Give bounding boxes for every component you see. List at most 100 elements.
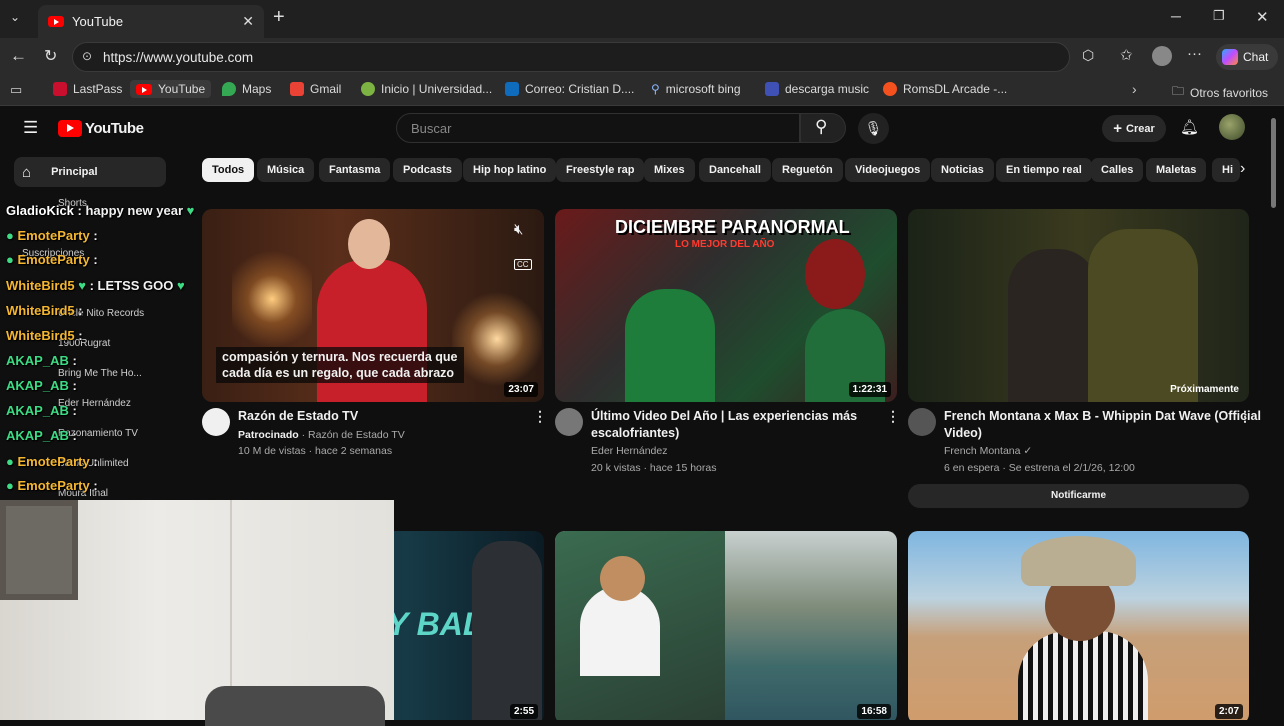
video-thumbnail[interactable]: 16:58: [555, 531, 897, 720]
copilot-chat-button[interactable]: Chat: [1216, 44, 1278, 70]
channel-name[interactable]: French Montana ✓: [944, 443, 1032, 460]
channel-avatar[interactable]: [555, 408, 583, 436]
chat-message: WhiteBird5 :: [6, 303, 83, 318]
video-thumbnail[interactable]: DICIEMBRE PARANORMAL LO MEJOR DEL AÑO 1:…: [555, 209, 897, 402]
video-thumbnail[interactable]: Próximamente: [908, 209, 1249, 402]
plus-icon: +: [1113, 120, 1122, 137]
video-title[interactable]: Último Video Del Año | Las experiencias …: [591, 408, 857, 425]
sidebar-toggle-icon[interactable]: ▭: [10, 82, 22, 98]
bookmark-descarga[interactable]: descarga music: [765, 82, 869, 96]
page-scrollbar[interactable]: [1271, 118, 1276, 208]
channel-name[interactable]: Eder Hernández: [591, 443, 667, 460]
status-dot-icon: ●: [6, 478, 14, 493]
bookmark-universidad[interactable]: Inicio | Universidad...: [361, 82, 492, 96]
notify-button[interactable]: Notificarme: [908, 484, 1249, 508]
chip[interactable]: Fantasma: [319, 158, 391, 182]
site-info-icon[interactable]: ⊙: [82, 49, 92, 63]
video-thumbnail[interactable]: 🔇︎ CC compasión y ternura. Nos recuerda …: [202, 209, 544, 402]
bookmark-correo[interactable]: Correo: Cristian D....: [505, 82, 634, 96]
webcam-chair: [205, 686, 385, 726]
tab-youtube[interactable]: YouTube ✕: [38, 5, 264, 38]
more-options-icon[interactable]: ⋮: [533, 408, 547, 425]
cc-button[interactable]: CC: [514, 259, 532, 270]
favorites-icon[interactable]: ✩: [1120, 46, 1133, 64]
account-avatar[interactable]: [1219, 114, 1245, 140]
youtube-icon: [136, 83, 152, 95]
chip[interactable]: Hip hop latino: [463, 158, 557, 182]
chip[interactable]: Calles: [1091, 158, 1144, 182]
back-icon[interactable]: ←: [10, 46, 27, 66]
video-thumbnail[interactable]: 2:07: [908, 531, 1249, 720]
video-duration: 23:07: [504, 382, 538, 397]
more-options-icon[interactable]: ⋮: [1238, 408, 1252, 425]
chip[interactable]: En tiempo real: [996, 158, 1092, 182]
youtube-favicon-icon: [48, 16, 64, 27]
close-window-icon[interactable]: ✕: [1256, 8, 1269, 26]
chip[interactable]: Freestyle rap: [556, 158, 645, 182]
sidebar-item-principal[interactable]: ⌂ Principal: [14, 157, 166, 187]
url-field[interactable]: ⊙ https://www.youtube.com: [72, 42, 1070, 72]
extensions-icon[interactable]: ⬡: [1082, 47, 1094, 64]
menu-icon[interactable]: ☰: [23, 118, 38, 138]
chip[interactable]: Maletas: [1146, 158, 1207, 182]
chip[interactable]: Música: [257, 158, 315, 182]
bookmark-lastpass[interactable]: LastPass: [53, 82, 122, 96]
video-title-line2[interactable]: escalofriantes): [591, 425, 679, 442]
chip[interactable]: Mixes: [644, 158, 695, 182]
bookmarks-overflow-icon[interactable]: ›: [1132, 81, 1137, 97]
chip[interactable]: Videojuegos: [845, 158, 931, 182]
maps-pin-icon: [222, 82, 236, 96]
video-title[interactable]: Razón de Estado TV: [238, 408, 358, 425]
chip[interactable]: Reguetón: [772, 158, 843, 182]
video-title-line2[interactable]: Video): [944, 425, 982, 442]
tab-list-icon[interactable]: ⌄: [10, 10, 20, 24]
voice-search-button[interactable]: 🎙: [858, 113, 889, 144]
youtube-logo-icon: [58, 120, 82, 137]
notifications-bell-icon[interactable]: 🔔︎: [1180, 118, 1199, 136]
bookmarks-bar: ▭ LastPass YouTube Maps Gmail Inicio | U…: [0, 76, 1284, 106]
url-text: https://www.youtube.com: [103, 49, 254, 65]
profile-avatar[interactable]: [1152, 46, 1172, 66]
reload-icon[interactable]: ↻: [44, 46, 57, 66]
video-title[interactable]: French Montana x Max B - Whippin Dat Wav…: [944, 408, 1261, 425]
browser-tab-bar: ⌄ YouTube ✕ + ─ ❐ ✕: [0, 0, 1284, 38]
chip[interactable]: Hi: [1212, 158, 1240, 182]
more-options-icon[interactable]: ⋮: [886, 408, 900, 425]
other-favorites[interactable]: 🗀 Otros favoritos: [1172, 82, 1268, 103]
minimize-icon[interactable]: ─: [1171, 8, 1181, 24]
search-input[interactable]: Buscar: [396, 113, 800, 143]
university-icon: [361, 82, 375, 96]
video-meta: 20 k vistas · hace 15 horas: [591, 462, 717, 474]
channel-avatar[interactable]: [908, 408, 936, 436]
verified-icon: ✓: [1023, 445, 1033, 457]
new-tab-button[interactable]: +: [273, 6, 285, 29]
chat-message: AKAP_AB :: [6, 353, 77, 368]
chip[interactable]: Noticias: [931, 158, 994, 182]
chat-message: AKAP_AB :: [6, 378, 77, 393]
channel-avatar[interactable]: [202, 408, 230, 436]
video-duration: 16:58: [857, 704, 891, 719]
bookmark-maps[interactable]: Maps: [222, 82, 271, 96]
video-duration: 2:55: [509, 704, 538, 719]
bookmark-youtube[interactable]: YouTube: [130, 80, 212, 98]
create-button[interactable]: + Crear: [1102, 115, 1166, 142]
search-icon: ⚲: [651, 82, 660, 96]
video-meta: 6 en espera · Se estrena el 2/1/26, 12:0…: [944, 462, 1135, 474]
close-tab-icon[interactable]: ✕: [242, 13, 254, 30]
bookmark-bing[interactable]: ⚲ microsoft bing: [651, 82, 741, 96]
bookmark-gmail[interactable]: Gmail: [290, 82, 341, 96]
status-dot-icon: ●: [6, 454, 14, 469]
chips-next-icon[interactable]: ›: [1240, 160, 1245, 178]
mute-icon[interactable]: 🔇︎: [514, 221, 523, 238]
chip[interactable]: Podcasts: [393, 158, 462, 182]
bookmark-romsdl[interactable]: RomsDL Arcade -...: [883, 82, 1007, 96]
chip-todos[interactable]: Todos: [202, 158, 255, 182]
chat-message: WhiteBird5 :: [6, 328, 83, 343]
youtube-logo[interactable]: YouTube: [58, 120, 144, 137]
video-duration: 1:22:31: [848, 382, 891, 397]
chip[interactable]: Dancehall: [699, 158, 771, 182]
maximize-icon[interactable]: ❐: [1213, 8, 1225, 24]
webcam-overlay: [0, 500, 394, 726]
search-button[interactable]: ⚲: [800, 113, 846, 143]
more-menu-icon[interactable]: ···: [1187, 45, 1202, 62]
